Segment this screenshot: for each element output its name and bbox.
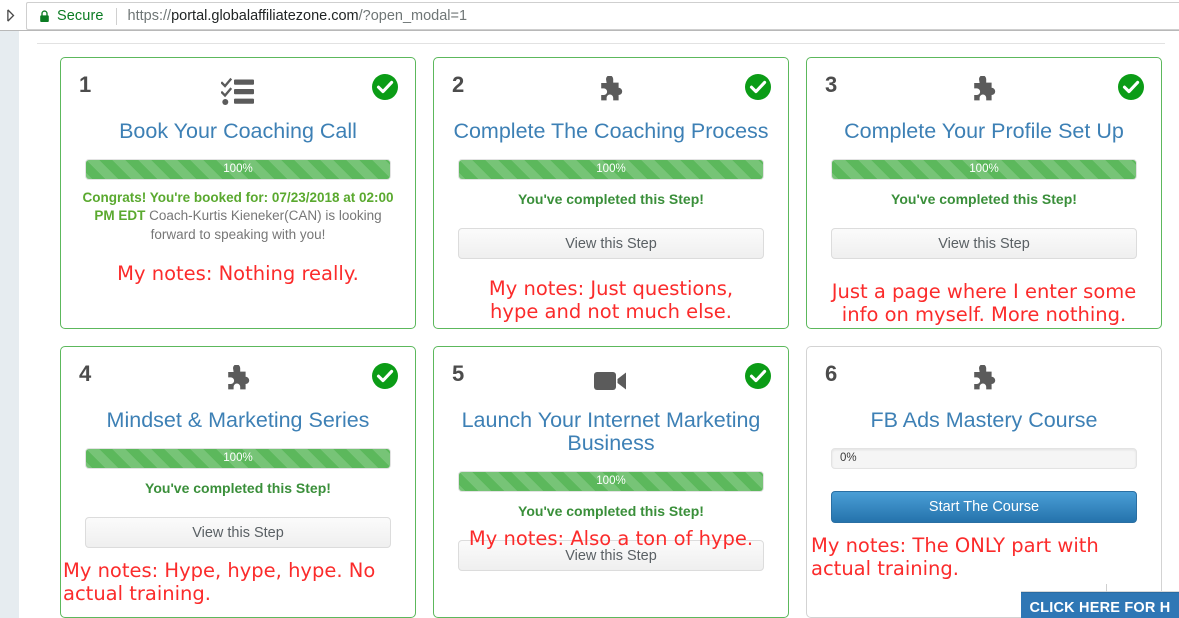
check-circle-icon — [744, 73, 772, 101]
tasklist-icon — [221, 72, 255, 112]
card-header: 5 — [450, 361, 772, 407]
puzzle-piece-icon — [966, 72, 1002, 112]
url-path: /?open_modal=1 — [358, 8, 468, 24]
progress-bar-track: 100% — [458, 471, 764, 493]
user-note-1: My notes: Nothing really. — [117, 262, 359, 285]
step-title: Launch Your Internet Marketing Business — [461, 408, 761, 456]
url-scheme: https:// — [127, 8, 172, 24]
steps-grid: 1 Book Your Coaching Call 100% Congrats!… — [60, 57, 1178, 618]
step-number: 1 — [79, 72, 92, 97]
help-fab-tick — [1106, 584, 1107, 592]
step-title: Book Your Coaching Call — [119, 119, 357, 143]
step-number: 2 — [452, 72, 465, 97]
progress-bar-fill: 100% — [459, 472, 763, 492]
page-content: 1 Book Your Coaching Call 100% Congrats!… — [19, 31, 1179, 618]
progress-bar-fill: 100% — [832, 160, 1136, 180]
address-bar[interactable]: Secure https://portal.globalaffiliatezon… — [26, 2, 1179, 30]
step-title: Complete Your Profile Set Up — [844, 119, 1124, 143]
url-text: https://portal.globalaffiliatezone.com/?… — [128, 8, 468, 24]
start-course-button[interactable]: Start The Course — [831, 491, 1137, 524]
step-status-text: You've completed this Step! — [145, 480, 331, 497]
card-header: 4 — [77, 361, 399, 407]
progress-bar-track: 100% — [458, 159, 764, 181]
booking-confirmation: Congrats! You're booked for: 07/23/2018 … — [77, 189, 399, 244]
step-card-4[interactable]: 4 Mindset & Marketing Series 100% You've — [60, 346, 416, 618]
step-status-text: You've completed this Step! — [518, 191, 704, 208]
step-number: 6 — [825, 361, 838, 386]
user-note-3: Just a page where I enter some info on m… — [831, 280, 1137, 326]
check-circle-icon — [1117, 73, 1145, 101]
view-step-button[interactable]: View this Step — [458, 227, 764, 259]
step-card-2[interactable]: 2 Complete The Coaching Process 100% You — [433, 57, 789, 329]
view-step-button[interactable]: View this Step — [831, 227, 1137, 259]
view-step-button[interactable]: View this Step — [85, 516, 391, 548]
step-status-text: You've completed this Step! — [891, 191, 1077, 208]
step-card-3[interactable]: 3 Complete Your Profile Set Up 100% You' — [806, 57, 1162, 329]
view-step-button[interactable]: View this Step — [458, 539, 764, 571]
video-camera-icon — [593, 361, 629, 401]
step-number: 4 — [79, 361, 92, 386]
puzzle-piece-icon — [220, 361, 256, 401]
check-circle-icon — [744, 362, 772, 390]
url-host: portal.globalaffiliatezone.com — [171, 8, 359, 24]
step-status-text: You've completed this Step! — [518, 503, 704, 520]
card-header: 1 — [77, 72, 399, 118]
puzzle-piece-icon — [593, 72, 629, 112]
card-header: 2 — [450, 72, 772, 118]
help-floating-button[interactable]: CLICK HERE FOR H — [1021, 592, 1179, 618]
step-title: Complete The Coaching Process — [453, 119, 769, 143]
step-card-6[interactable]: 6 FB Ads Mastery Course 0% Start The Cou… — [806, 346, 1162, 618]
progress-bar-fill: 100% — [86, 160, 390, 180]
step-number: 5 — [452, 361, 465, 386]
browser-chrome: Secure https://portal.globalaffiliatezon… — [0, 0, 1179, 31]
user-note-2: My notes: Just questions, hype and not m… — [488, 277, 734, 323]
puzzle-piece-icon — [966, 361, 1002, 401]
back-arrow-icon[interactable] — [0, 0, 26, 31]
step-number: 3 — [825, 72, 838, 97]
progress-bar-fill: 100% — [86, 449, 390, 469]
card-header: 6 — [823, 361, 1145, 407]
progress-bar-fill: 100% — [459, 160, 763, 180]
secure-label: Secure — [57, 8, 104, 24]
step-card-1[interactable]: 1 Book Your Coaching Call 100% Congrats!… — [60, 57, 416, 329]
booking-confirmation-rest: Coach-Kurtis Kieneker(CAN) is looking fo… — [145, 208, 382, 242]
card-header: 3 — [823, 72, 1145, 118]
progress-bar-track: 100% — [85, 159, 391, 181]
progress-bar-track: 100% — [831, 159, 1137, 181]
omnibox-divider — [115, 7, 117, 25]
content-divider — [37, 43, 1165, 44]
check-circle-icon — [371, 362, 399, 390]
page-left-gutter — [0, 31, 19, 618]
step-card-5[interactable]: 5 Launch Your Internet Marketing Busines… — [433, 346, 789, 618]
user-note-4: My notes: Hype, hype, hype. No actual tr… — [63, 559, 376, 605]
step-title: Mindset & Marketing Series — [106, 408, 370, 432]
progress-bar-track: 0% — [831, 448, 1137, 470]
progress-bar-track: 100% — [85, 448, 391, 470]
user-note-6: My notes: The ONLY part with actual trai… — [811, 534, 1099, 580]
step-title: FB Ads Mastery Course — [870, 408, 1098, 432]
lock-icon — [39, 9, 50, 23]
progress-bar-fill: 0% — [840, 451, 857, 464]
check-circle-icon — [371, 73, 399, 101]
